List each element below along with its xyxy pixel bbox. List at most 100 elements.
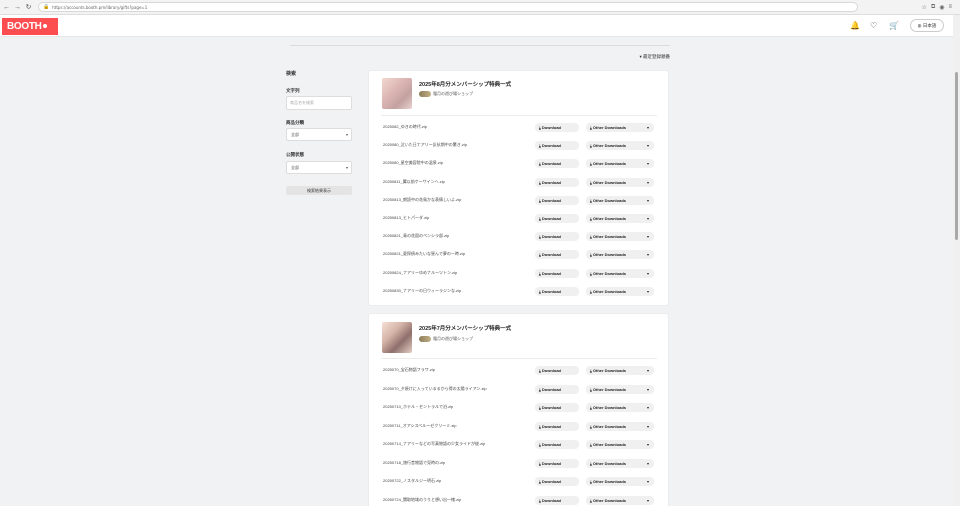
other-downloads-button[interactable]: ⤓ Other Downloads ▾ (586, 421, 654, 431)
other-downloads-button[interactable]: ⤓ Other Downloads ▾ (586, 366, 654, 375)
other-downloads-button[interactable]: ⤓ Other Downloads ▾ (586, 177, 654, 187)
download-button[interactable]: ⤓ Download (535, 214, 579, 223)
extensions-icon[interactable]: ⧉ (931, 4, 935, 11)
other-downloads-button[interactable]: ⤓ Other Downloads ▾ (586, 159, 654, 169)
download-button[interactable]: ⤓ Download (535, 458, 579, 468)
file-name: 20250830_ナアリーの日ウィーラジンな.zip (383, 287, 462, 293)
other-downloads-button[interactable]: ⤓ Other Downloads ▾ (586, 384, 654, 394)
file-row: 20250821_夏探偵みたいな昼んで夢の一時.zip ⤓ Download ⤓ O… (383, 250, 659, 260)
chevron-down-icon: ▾ (646, 405, 649, 410)
download-label: Download (541, 368, 561, 373)
shop-link[interactable]: 霜月の遊び場ショップ (419, 91, 473, 97)
download-button[interactable]: ⤓ Download (535, 159, 579, 169)
file-name: 20250710_ホテル・セントラルで泊.zip (383, 404, 454, 409)
status-select[interactable]: 全部 ▾ (286, 161, 352, 174)
download-button[interactable]: ⤓ Download (535, 268, 579, 278)
keyword-input[interactable]: 商品名を検索 (286, 96, 352, 110)
product-title[interactable]: 2025年8月分メンバーシップ特典一式 (419, 80, 511, 88)
other-downloads-label: Other Downloads (592, 423, 627, 429)
other-downloads-button[interactable]: ⤓ Other Downloads ▾ (586, 214, 654, 223)
shop-link[interactable]: 霜月の遊び場ショップ (419, 336, 473, 342)
shop-icon (419, 91, 431, 97)
other-downloads-button[interactable]: ⤓ Other Downloads ▾ (586, 403, 654, 412)
download-button[interactable]: ⤓ Download (535, 495, 579, 505)
url-text: https://accounts.booth.pm/library/gifts?… (52, 4, 148, 10)
download-label: Download (541, 161, 561, 167)
chevron-down-icon: ▾ (646, 270, 649, 276)
download-button[interactable]: ⤓ Download (535, 366, 579, 375)
file-name: 20250821_夏探偵みたいな昼んで夢の一時.zip (383, 251, 466, 257)
product-thumbnail[interactable] (382, 78, 412, 109)
file-row: 20250813_ヒトパーダ.zip ⤓ Download ⤓ Other Down… (383, 214, 659, 223)
file-row: 2025080_泣いた日ナアリー反抗期中の驚き.zip ⤓ Download ⤓ O… (383, 141, 659, 151)
divider (290, 45, 670, 46)
download-button[interactable]: ⤓ Download (535, 250, 579, 260)
other-downloads-button[interactable]: ⤓ Other Downloads ▾ (586, 250, 654, 260)
file-row: 2025070_夕焼けに入っているるから得の太陽ライアン.zip ⤓ Downlo… (383, 384, 659, 394)
booth-logo[interactable]: BOOTH (2, 18, 58, 35)
download-label: Download (541, 125, 561, 130)
menu-icon[interactable]: ≡ (948, 4, 952, 11)
reload-icon[interactable]: ↻ (24, 3, 33, 12)
download-label: Download (541, 423, 561, 429)
sort-dropdown[interactable]: ▾ 最近登録順番 (600, 54, 670, 60)
download-label: Download (541, 252, 561, 258)
file-row: 2025080_星空美容院中の温泉.zip ⤓ Download ⤓ Other D… (383, 159, 659, 169)
other-downloads-button[interactable]: ⤓ Other Downloads ▾ (586, 123, 654, 132)
file-row: 2025082_ゆきの時代.zip ⤓ Download ⤓ Other Downl… (383, 123, 659, 132)
other-downloads-button[interactable]: ⤓ Other Downloads ▾ (586, 477, 654, 486)
download-button[interactable]: ⤓ Download (535, 477, 579, 486)
address-bar[interactable]: 🔒 https://accounts.booth.pm/library/gift… (38, 2, 858, 12)
download-button[interactable]: ⤓ Download (535, 177, 579, 187)
chevron-down-icon: ▾ (646, 423, 649, 429)
category-select[interactable]: 全部 ▾ (286, 128, 352, 141)
chevron-down-icon: ▾ (646, 368, 649, 373)
chevron-down-icon: ▾ (646, 460, 649, 466)
download-button[interactable]: ⤓ Download (535, 403, 579, 412)
other-downloads-button[interactable]: ⤓ Other Downloads ▾ (586, 440, 654, 449)
chevron-down-icon: ▾ (646, 442, 649, 447)
download-button[interactable]: ⤓ Download (535, 232, 579, 242)
bell-icon[interactable]: 🔔 (850, 21, 860, 30)
cart-icon[interactable]: 🛒 (889, 21, 899, 30)
product-title[interactable]: 2025年7月分メンバーシップ特典一式 (419, 324, 511, 332)
file-row: 20250724_関取地域のうりと想い出一緒.zip ⤓ Download ⤓ Ot… (383, 495, 659, 505)
other-downloads-button[interactable]: ⤓ Other Downloads ▾ (586, 195, 654, 205)
product-thumbnail[interactable] (382, 322, 412, 353)
other-downloads-label: Other Downloads (592, 460, 627, 466)
other-downloads-button[interactable]: ⤓ Other Downloads ▾ (586, 458, 654, 468)
profile-icon[interactable]: ◉ (939, 4, 944, 11)
download-button[interactable]: ⤓ Download (535, 384, 579, 394)
download-label: Download (541, 288, 561, 294)
language-button[interactable]: ◍ 日本語 (910, 19, 944, 32)
other-downloads-button[interactable]: ⤓ Other Downloads ▾ (586, 495, 654, 505)
divider (381, 115, 657, 116)
back-icon[interactable]: ← (2, 3, 11, 12)
file-name: 20250821_青の花園のペンシラ部.zip (383, 233, 450, 239)
download-label: Download (541, 442, 561, 447)
heart-icon[interactable]: ♡ (870, 21, 877, 30)
other-downloads-label: Other Downloads (592, 125, 627, 130)
other-downloads-button[interactable]: ⤓ Other Downloads ▾ (586, 232, 654, 242)
file-name: 20250722_ノスタルジー明石.zip (383, 478, 442, 483)
file-name: 20250711_オアシスベルーゼクリーミ.zip (383, 422, 457, 428)
scrollbar-thumb[interactable] (955, 72, 958, 240)
file-name: 20250714_ナアリーなどの写真物語の少女ライドが彼.zip (383, 441, 486, 446)
file-name: 2025080_星空美容院中の温泉.zip (383, 160, 444, 166)
star-icon[interactable]: ☆ (922, 4, 927, 11)
file-row: 2025070_宝石物語フラワ.zip ⤓ Download ⤓ Other Dow… (383, 366, 659, 375)
download-button[interactable]: ⤓ Download (535, 123, 579, 132)
download-button[interactable]: ⤓ Download (535, 286, 579, 296)
download-button[interactable]: ⤓ Download (535, 141, 579, 151)
download-button[interactable]: ⤓ Download (535, 440, 579, 449)
other-downloads-button[interactable]: ⤓ Other Downloads ▾ (586, 141, 654, 151)
download-button[interactable]: ⤓ Download (535, 195, 579, 205)
other-downloads-label: Other Downloads (592, 368, 627, 373)
forward-icon[interactable]: → (13, 3, 22, 12)
search-button[interactable]: 検索結果表示 (286, 186, 352, 195)
download-button[interactable]: ⤓ Download (535, 421, 579, 431)
chevron-down-icon: ▾ (646, 386, 649, 392)
other-downloads-button[interactable]: ⤓ Other Downloads ▾ (586, 286, 654, 296)
status-label: 公開状態 (286, 152, 304, 157)
other-downloads-button[interactable]: ⤓ Other Downloads ▾ (586, 268, 654, 278)
